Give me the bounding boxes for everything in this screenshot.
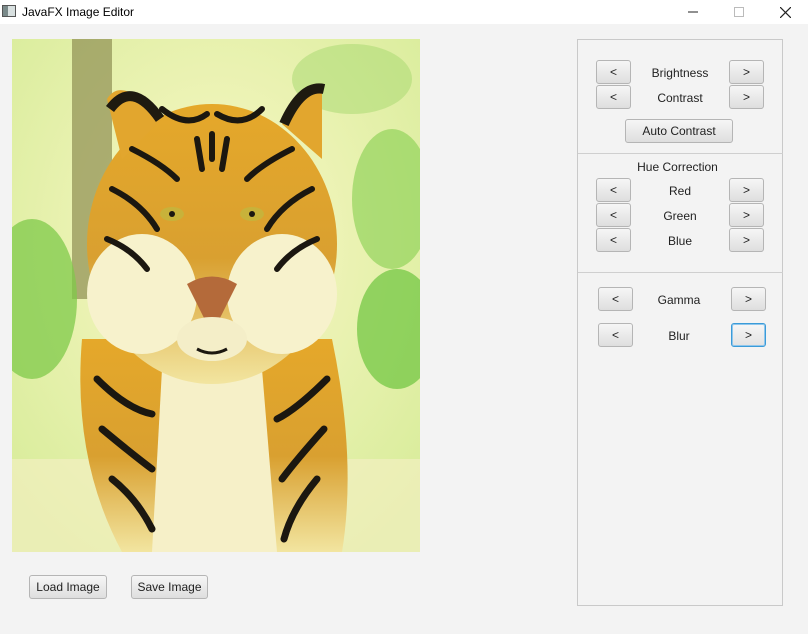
brightness-increase-button[interactable]: > [729,60,764,84]
blue-label: Blue [667,234,693,248]
load-image-button[interactable]: Load Image [29,575,107,599]
red-increase-button[interactable]: > [729,178,764,202]
minimize-icon [688,11,698,13]
blue-increase-button[interactable]: > [729,228,764,252]
maximize-icon [734,7,744,17]
blue-decrease-button[interactable]: < [596,228,631,252]
brightness-decrease-button[interactable]: < [596,60,631,84]
green-decrease-button[interactable]: < [596,203,631,227]
save-image-button[interactable]: Save Image [131,575,208,599]
green-label: Green [663,209,697,223]
close-button[interactable] [762,0,808,24]
window-title: JavaFX Image Editor [22,5,135,19]
gamma-increase-button[interactable]: > [731,287,766,311]
title-bar: JavaFX Image Editor [0,0,808,24]
contrast-label: Contrast [657,91,703,105]
blur-label: Blur [668,329,690,343]
image-view [12,39,420,552]
divider [578,272,783,273]
contrast-decrease-button[interactable]: < [596,85,631,109]
gamma-decrease-button[interactable]: < [598,287,633,311]
blur-increase-button[interactable]: > [731,323,766,347]
contrast-increase-button[interactable]: > [729,85,764,109]
divider [578,153,783,154]
auto-contrast-button[interactable]: Auto Contrast [625,119,733,143]
maximize-button[interactable] [716,0,762,24]
red-decrease-button[interactable]: < [596,178,631,202]
close-icon [779,6,791,18]
hue-correction-label: Hue Correction [637,160,718,174]
brightness-label: Brightness [651,66,709,80]
blur-decrease-button[interactable]: < [598,323,633,347]
gamma-label: Gamma [657,293,701,307]
tiger-photo [12,39,420,552]
red-label: Red [668,184,691,198]
minimize-button[interactable] [670,0,716,24]
app-icon [2,5,16,17]
green-increase-button[interactable]: > [729,203,764,227]
